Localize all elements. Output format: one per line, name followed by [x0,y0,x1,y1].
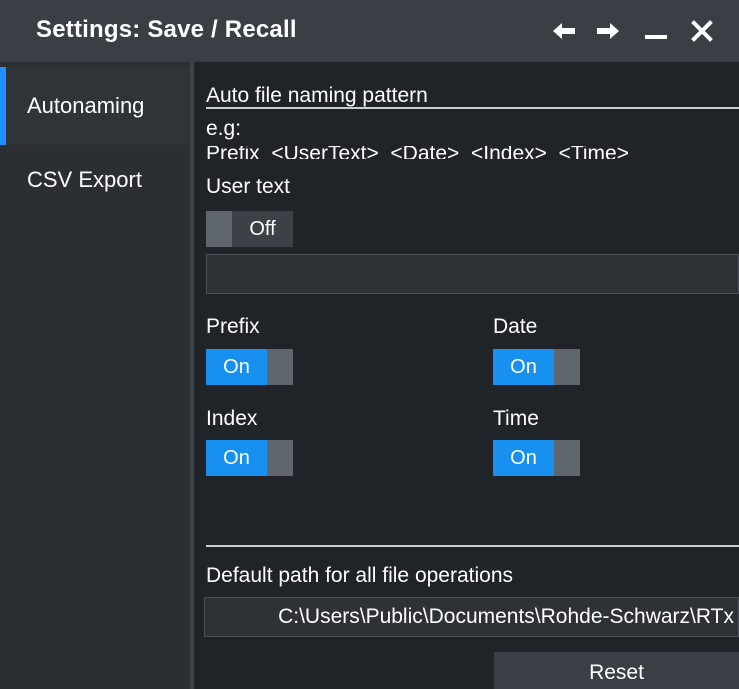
sidebar-item-autonaming[interactable]: Autonaming [0,67,190,145]
toggle-knob [267,349,293,385]
toggle-knob [206,211,232,247]
date-toggle[interactable]: On [493,349,580,385]
toggle-knob [554,349,580,385]
active-tab-indicator [0,67,6,145]
user-text-toggle[interactable]: Off [206,211,293,247]
section-title-underline [206,107,739,109]
settings-window: Settings: Save / Recall Autonaming CSV E… [0,0,739,689]
autonaming-panel: Auto file naming pattern e.g: Prefix_<Us… [194,62,739,689]
toggle-state: On [493,349,554,385]
date-label: Date [493,315,538,338]
forward-arrow-icon[interactable] [590,0,626,62]
time-label: Time [493,407,539,430]
sidebar-item-label: Autonaming [27,93,145,118]
section-title: Auto file naming pattern [206,84,428,107]
sidebar-item-csv-export[interactable]: CSV Export [0,141,190,219]
index-label: Index [206,407,258,430]
toggle-state: Off [232,211,293,247]
user-text-input[interactable] [206,254,739,294]
example-pattern: Prefix_<UserText>_<Date>_<Index>_<Time> [206,146,629,159]
sidebar-item-label: CSV Export [27,167,142,192]
example-pattern-clip: Prefix_<UserText>_<Date>_<Index>_<Time> [206,146,739,159]
toggle-state: On [206,440,267,476]
close-icon[interactable] [684,0,720,62]
user-text-label: User text [206,175,291,198]
toggle-knob [267,440,293,476]
prefix-toggle[interactable]: On [206,349,293,385]
toggle-state: On [206,349,267,385]
example-label: e.g: [206,117,242,140]
default-path-value: C:\Users\Public\Documents\Rohde-Schwarz\… [278,605,734,628]
back-arrow-icon[interactable] [546,0,582,62]
index-toggle[interactable]: On [206,440,293,476]
title-bar: Settings: Save / Recall [0,0,739,62]
toggle-knob [554,440,580,476]
default-path-label: Default path for all file operations [206,564,514,587]
reset-button[interactable]: Reset [494,652,739,689]
time-toggle[interactable]: On [493,440,580,476]
prefix-label: Prefix [206,315,260,338]
toggle-state: On [493,440,554,476]
section-divider [206,545,739,547]
window-title: Settings: Save / Recall [36,16,297,43]
default-path-field[interactable]: C:\Users\Public\Documents\Rohde-Schwarz\… [204,597,739,637]
minimize-icon[interactable] [638,0,674,62]
sidebar: Autonaming CSV Export [0,62,190,689]
